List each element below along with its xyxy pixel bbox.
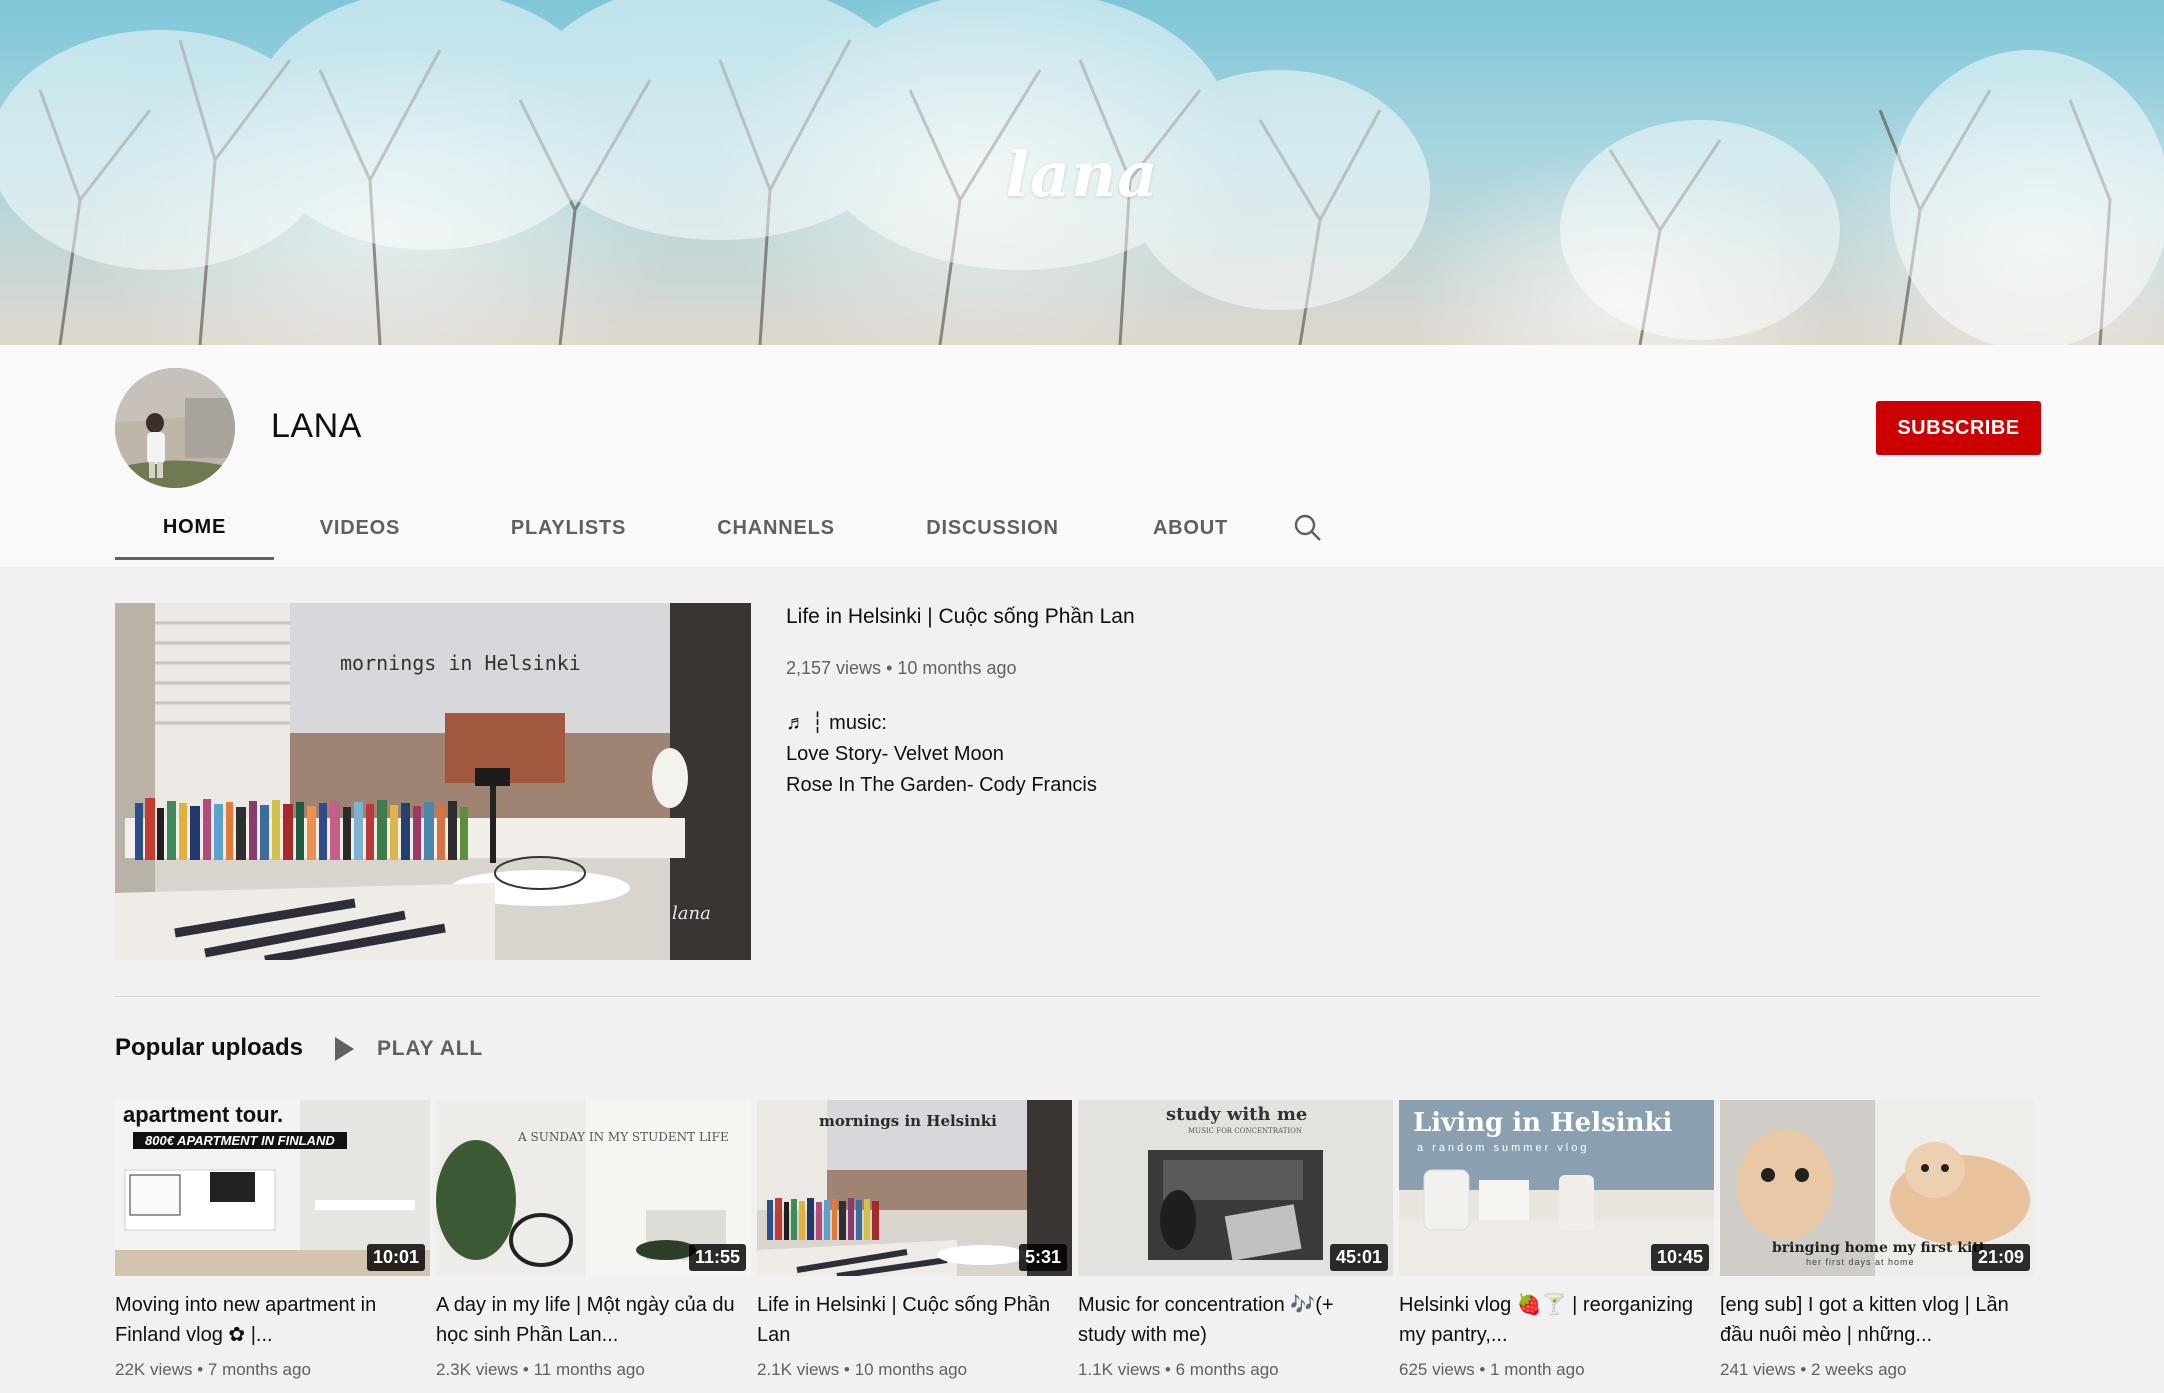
video-card[interactable]: Living in Helsinki a random summer vlog … — [1399, 1100, 1714, 1380]
video-meta: 625 views • 1 month ago — [1399, 1360, 1585, 1379]
video-thumbnail[interactable]: bringing home my first kitt her first da… — [1720, 1100, 2035, 1276]
video-duration: 10:45 — [1650, 1244, 1709, 1271]
channel-tabs: HOME VIDEOS PLAYLISTS CHANNELS DISCUSSIO… — [115, 497, 1338, 567]
video-thumbnail[interactable]: study with me MUSIC FOR CONCENTRATION 45… — [1078, 1100, 1393, 1276]
video-title[interactable]: A day in my life | Một ngày của du học s… — [436, 1290, 741, 1350]
play-all-label: PLAY ALL — [377, 1037, 483, 1060]
video-age: 10 months ago — [854, 1360, 968, 1379]
subscribe-button[interactable]: SUBSCRIBE — [1876, 401, 2041, 455]
featured-video-title[interactable]: Life in Helsinki | Cuộc sống Phần Lan — [786, 605, 1135, 629]
tab-playlists[interactable]: PLAYLISTS — [446, 497, 691, 559]
video-title[interactable]: Helsinki vlog 🍓🍸 | reorganizing my pantr… — [1399, 1290, 1704, 1350]
thumb-caption: mornings in Helsinki — [819, 1112, 997, 1130]
video-card[interactable]: apartment tour. 800€ APARTMENT IN FINLAN… — [115, 1100, 430, 1380]
video-title[interactable]: Music for concentration 🎶(+ study with m… — [1078, 1290, 1383, 1350]
video-card[interactable]: study with me MUSIC FOR CONCENTRATION 45… — [1078, 1100, 1393, 1380]
thumb-subcaption: MUSIC FOR CONCENTRATION — [1188, 1127, 1303, 1135]
video-age: 7 months ago — [207, 1360, 311, 1379]
desc-line: Rose In The Garden- Cody Francis — [786, 774, 1097, 796]
search-icon[interactable] — [1278, 497, 1338, 559]
thumb-caption: Living in Helsinki — [1413, 1108, 1673, 1138]
video-thumbnail[interactable]: Living in Helsinki a random summer vlog … — [1399, 1100, 1714, 1276]
thumb-subcaption: a random summer vlog — [1417, 1142, 1590, 1154]
featured-thumb-watermark: lana — [672, 903, 711, 924]
video-card[interactable]: A SUNDAY IN MY STUDENT LIFE 11:55 A day … — [436, 1100, 751, 1380]
video-meta: 241 views • 2 weeks ago — [1720, 1360, 1907, 1379]
video-views: 2.1K views — [757, 1360, 840, 1379]
video-views: 625 views — [1399, 1360, 1475, 1379]
featured-video-meta: 2,157 views • 10 months ago — [786, 658, 1016, 679]
featured-video-thumbnail[interactable]: mornings in Helsinki lana — [115, 603, 751, 960]
video-title[interactable]: Life in Helsinki | Cuộc sống Phần Lan — [757, 1290, 1062, 1350]
video-views: 1.1K views — [1078, 1360, 1161, 1379]
video-age: 2 weeks ago — [1811, 1360, 1907, 1379]
featured-thumb-caption: mornings in Helsinki — [340, 651, 581, 675]
thumb-subcaption: her first days at home — [1806, 1257, 1915, 1267]
video-card[interactable]: mornings in Helsinki 5:31 Life in Helsin… — [757, 1100, 1072, 1380]
video-duration: 45:01 — [1329, 1244, 1388, 1271]
thumb-caption: bringing home my first kitt — [1772, 1240, 1986, 1256]
tab-discussion[interactable]: DISCUSSION — [861, 497, 1124, 559]
video-title[interactable]: Moving into new apartment in Finland vlo… — [115, 1290, 420, 1350]
thumb-caption: study with me — [1166, 1104, 1308, 1125]
video-duration: 11:55 — [688, 1244, 746, 1271]
thumb-caption: A SUNDAY IN MY STUDENT LIFE — [518, 1130, 729, 1144]
section-divider — [115, 996, 2040, 997]
video-meta: 2.3K views • 11 months ago — [436, 1360, 645, 1379]
thumb-caption: apartment tour. — [123, 1102, 284, 1127]
channel-name: LANA — [271, 407, 362, 445]
featured-video-description: ♬ ┆ music: Love Story- Velvet Moon Rose … — [786, 708, 1097, 801]
video-age: 6 months ago — [1175, 1360, 1279, 1379]
video-views: 2.3K views — [436, 1360, 519, 1379]
avatar[interactable] — [115, 368, 235, 488]
video-thumbnail[interactable]: apartment tour. 800€ APARTMENT IN FINLAN… — [115, 1100, 430, 1276]
banner-logo-text: lana — [1005, 138, 1159, 211]
thumb-subcaption: 800€ APARTMENT IN FINLAND — [133, 1132, 347, 1149]
popular-uploads-title[interactable]: Popular uploads — [115, 1034, 303, 1062]
video-meta: 2.1K views • 10 months ago — [757, 1360, 968, 1379]
video-views: 241 views — [1720, 1360, 1796, 1379]
channel-header: LANA SUBSCRIBE HOME VIDEOS PLAYLISTS CHA… — [0, 345, 2164, 567]
video-duration: 21:09 — [1971, 1244, 2030, 1271]
tab-about[interactable]: ABOUT — [1124, 497, 1257, 559]
video-age: 11 months ago — [533, 1360, 645, 1379]
video-thumbnail[interactable]: A SUNDAY IN MY STUDENT LIFE 11:55 — [436, 1100, 751, 1276]
video-thumbnail[interactable]: mornings in Helsinki 5:31 — [757, 1100, 1072, 1276]
featured-views: 2,157 views — [786, 658, 882, 678]
desc-line: ♬ ┆ music: — [786, 712, 887, 734]
video-title[interactable]: [eng sub] I got a kitten vlog | Lần đầu … — [1720, 1290, 2025, 1350]
play-all-button[interactable]: PLAY ALL — [333, 1034, 483, 1064]
avatar-photo — [115, 368, 235, 488]
tab-home[interactable]: HOME — [115, 497, 274, 560]
featured-age: 10 months ago — [897, 658, 1017, 678]
video-meta: 1.1K views • 6 months ago — [1078, 1360, 1279, 1379]
video-duration: 5:31 — [1018, 1244, 1067, 1271]
desc-line: Love Story- Velvet Moon — [786, 743, 1004, 765]
video-views: 22K views — [115, 1360, 193, 1379]
video-card[interactable]: bringing home my first kitt her first da… — [1720, 1100, 2035, 1380]
tab-channels[interactable]: CHANNELS — [691, 497, 861, 559]
video-age: 1 month ago — [1490, 1360, 1585, 1379]
play-icon — [335, 1037, 354, 1061]
tab-videos[interactable]: VIDEOS — [274, 497, 446, 559]
video-meta: 22K views • 7 months ago — [115, 1360, 311, 1379]
channel-banner: lana — [0, 0, 2164, 345]
meta-separator: • — [886, 658, 898, 678]
video-duration: 10:01 — [366, 1244, 425, 1271]
